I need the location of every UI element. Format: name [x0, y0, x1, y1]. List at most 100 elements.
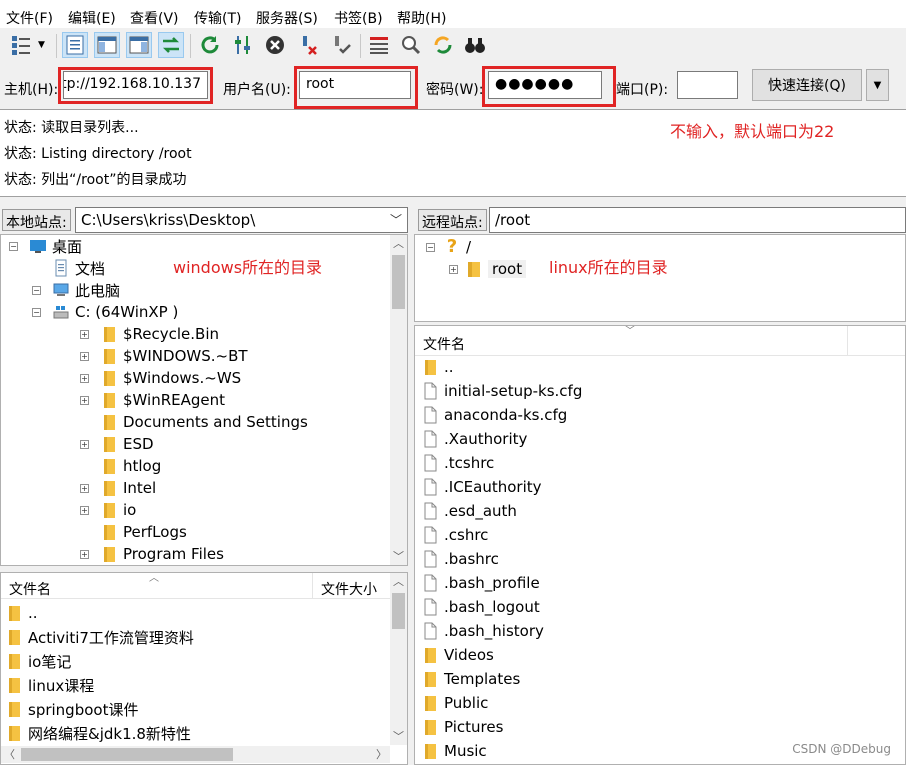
menu-bookmarks[interactable]: 书签(B): [334, 8, 383, 28]
scroll-up-icon[interactable]: ︿: [390, 573, 407, 590]
scroll-down-icon[interactable]: ﹀: [390, 548, 407, 565]
expand-icon[interactable]: +: [449, 265, 458, 274]
local-tree-item[interactable]: C: (64WinXP ): [52, 301, 178, 323]
list-item[interactable]: initial-setup-ks.cfg: [421, 380, 582, 402]
collapse-icon[interactable]: −: [32, 308, 41, 317]
local-tree-item[interactable]: $Recycle.Bin: [100, 323, 219, 345]
local-tree-item[interactable]: Program Files: [100, 543, 224, 565]
scroll-up-icon[interactable]: ︿: [390, 235, 407, 252]
local-tree-item[interactable]: ESD: [100, 433, 154, 455]
expand-icon[interactable]: +: [80, 506, 89, 515]
local-tree-item[interactable]: io: [100, 499, 136, 521]
list-item[interactable]: .bash_history: [421, 620, 544, 642]
folder-icon: [9, 630, 20, 645]
site-manager-button[interactable]: [4, 32, 38, 58]
remote-tree-item-root[interactable]: root: [465, 258, 527, 280]
collapse-icon[interactable]: −: [32, 286, 41, 295]
local-tree-item[interactable]: Documents and Settings: [100, 411, 308, 433]
local-tree-item[interactable]: 此电脑: [52, 279, 120, 301]
scroll-down-icon[interactable]: ﹀: [390, 728, 407, 745]
collapse-icon[interactable]: −: [9, 242, 18, 251]
menu-transfer[interactable]: 传输(T): [194, 8, 241, 28]
toggle-queue-button[interactable]: [158, 32, 184, 58]
list-item[interactable]: .esd_auth: [421, 500, 517, 522]
local-tree-item[interactable]: htlog: [100, 455, 161, 477]
local-tree-item[interactable]: PerfLogs: [100, 521, 187, 543]
column-filename[interactable]: 文件名: [423, 334, 465, 354]
list-item[interactable]: Music: [421, 740, 487, 762]
toggle-remote-tree-button[interactable]: [126, 32, 152, 58]
list-item[interactable]: springboot课件: [5, 698, 138, 720]
scroll-thumb[interactable]: [392, 593, 405, 629]
remote-tree-root[interactable]: ? /: [443, 236, 471, 258]
list-item[interactable]: Templates: [421, 668, 520, 690]
file-name: ..: [28, 604, 38, 622]
quickconnect-dropdown[interactable]: ▼: [866, 69, 889, 101]
compare-directories-button[interactable]: [398, 32, 424, 58]
list-item[interactable]: .cshrc: [421, 524, 488, 546]
local-tree-item[interactable]: $WINDOWS.~BT: [100, 345, 248, 367]
menu-file[interactable]: 文件(F): [6, 8, 53, 28]
file-icon: [424, 502, 437, 520]
list-item[interactable]: .Xauthority: [421, 428, 527, 450]
local-tree-item[interactable]: $WinREAgent: [100, 389, 225, 411]
list-item[interactable]: .bash_profile: [421, 572, 540, 594]
list-item[interactable]: .ICEauthority: [421, 476, 542, 498]
expand-icon[interactable]: +: [80, 396, 89, 405]
scroll-thumb[interactable]: [392, 255, 405, 309]
column-filename[interactable]: 文件名: [9, 579, 51, 599]
list-item[interactable]: io笔记: [5, 650, 71, 672]
scroll-left-icon[interactable]: 〈: [1, 746, 18, 763]
port-input[interactable]: [677, 71, 738, 99]
local-tree-item[interactable]: $Windows.~WS: [100, 367, 241, 389]
disconnect-button[interactable]: [296, 32, 322, 58]
expand-icon[interactable]: +: [80, 484, 89, 493]
list-item[interactable]: Public: [421, 692, 488, 714]
collapse-icon[interactable]: −: [426, 243, 435, 252]
process-queue-button[interactable]: [230, 32, 256, 58]
menu-server[interactable]: 服务器(S): [256, 8, 318, 28]
toggle-log-button[interactable]: [62, 32, 88, 58]
expand-icon[interactable]: +: [80, 352, 89, 361]
column-filesize[interactable]: 文件大小: [312, 573, 377, 599]
local-path-input[interactable]: C:\Users\kriss\Desktop\: [75, 207, 408, 233]
reconnect-button[interactable]: [328, 32, 354, 58]
quickconnect-button[interactable]: 快速连接(Q): [752, 69, 862, 101]
magnifier-icon: [402, 36, 421, 55]
list-item[interactable]: Pictures: [421, 716, 503, 738]
local-tree-item[interactable]: 文档: [52, 257, 105, 279]
menu-help[interactable]: 帮助(H): [397, 8, 446, 28]
expand-icon[interactable]: +: [80, 440, 89, 449]
scroll-right-icon[interactable]: 〉: [373, 746, 390, 763]
scroll-thumb[interactable]: [21, 748, 233, 761]
remote-path-input[interactable]: /root: [489, 207, 906, 233]
cancel-button[interactable]: [262, 32, 288, 58]
list-item[interactable]: Videos: [421, 644, 494, 666]
list-item[interactable]: ..: [5, 602, 38, 624]
menu-edit[interactable]: 编辑(E): [68, 8, 116, 28]
list-item[interactable]: .tcshrc: [421, 452, 494, 474]
local-tree-scrollbar[interactable]: ︿ ﹀: [390, 235, 407, 565]
synchronized-browsing-button[interactable]: [430, 32, 456, 58]
list-item[interactable]: ..: [421, 356, 454, 378]
local-file-scrollbar[interactable]: ︿ ﹀: [390, 573, 407, 745]
expand-icon[interactable]: +: [80, 330, 89, 339]
toggle-local-tree-button[interactable]: [94, 32, 120, 58]
expand-icon[interactable]: +: [80, 550, 89, 559]
local-file-hscrollbar[interactable]: 〈 〉: [1, 746, 390, 763]
local-tree-item[interactable]: Intel: [100, 477, 156, 499]
list-item[interactable]: anaconda-ks.cfg: [421, 404, 567, 426]
refresh-button[interactable]: [197, 32, 223, 58]
menu-view[interactable]: 查看(V): [130, 8, 179, 28]
list-item[interactable]: linux课程: [5, 674, 94, 696]
expand-icon[interactable]: +: [80, 374, 89, 383]
chevron-down-icon[interactable]: ﹀: [390, 211, 402, 228]
list-item[interactable]: Activiti7工作流管理资料: [5, 626, 194, 648]
list-item[interactable]: .bashrc: [421, 548, 499, 570]
list-item[interactable]: 网络编程&jdk1.8新特性: [5, 722, 191, 744]
local-tree-item[interactable]: 桌面: [29, 235, 82, 257]
chevron-down-icon[interactable]: ▼: [38, 40, 45, 50]
directory-listing-filter-button[interactable]: [366, 32, 392, 58]
search-files-button[interactable]: [462, 32, 488, 58]
list-item[interactable]: .bash_logout: [421, 596, 540, 618]
